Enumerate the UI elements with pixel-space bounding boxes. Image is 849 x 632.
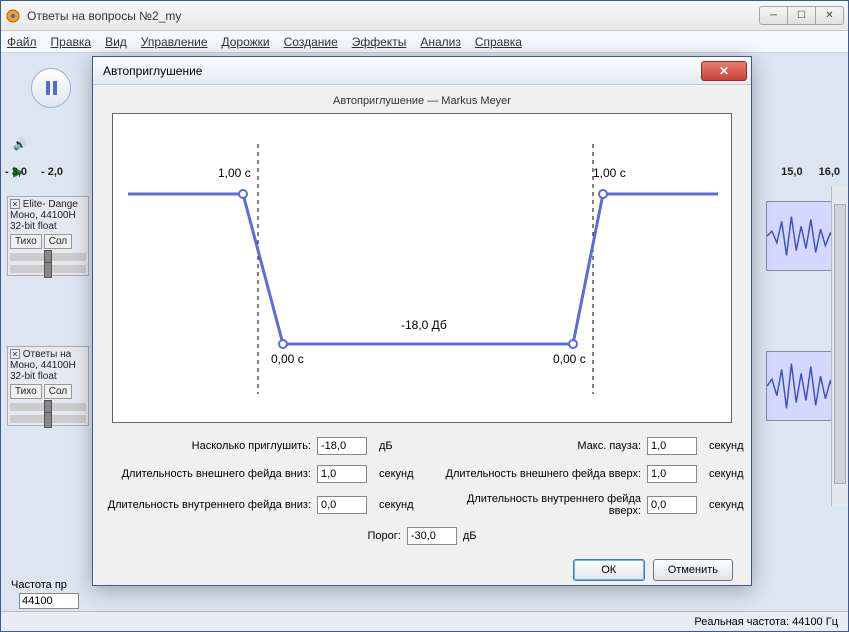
gain-slider[interactable] — [10, 403, 86, 411]
speaker-icon: 🔊 — [13, 138, 27, 151]
label-max-pause: Макс. пауза: — [437, 440, 647, 452]
frequency-label: Частота пр — [11, 579, 67, 591]
app-icon — [5, 8, 21, 24]
dialog-title: Автоприглушение — [103, 64, 701, 78]
window-controls: ─ ☐ ✕ — [760, 6, 844, 25]
main-titlebar: Ответы на вопросы №2_my ─ ☐ ✕ — [1, 1, 848, 31]
autoduck-dialog: Автоприглушение ✕ Автоприглушение — Mark… — [92, 56, 752, 586]
chart-label-outer-down: 1,00 с — [218, 166, 251, 180]
track-close-icon[interactable]: × — [10, 349, 20, 359]
scrollbar-thumb[interactable] — [834, 204, 846, 484]
mute-button[interactable]: Тихо — [10, 234, 42, 249]
menu-view[interactable]: Вид — [105, 35, 127, 49]
label-threshold: Порог: — [368, 530, 401, 542]
menu-manage[interactable]: Управление — [141, 35, 208, 49]
input-threshold[interactable] — [407, 527, 457, 545]
menu-edit[interactable]: Правка — [51, 35, 92, 49]
label-outer-fade-up: Длительность внешнего фейда вверх: — [437, 468, 647, 480]
pan-slider[interactable] — [10, 265, 86, 273]
menu-help[interactable]: Справка — [475, 35, 522, 49]
track-close-icon[interactable]: × — [10, 199, 20, 209]
chart-label-duck-db: -18,0 Дб — [401, 318, 447, 332]
label-duck-amount: Насколько приглушить: — [107, 440, 317, 452]
label-outer-fade-down: Длительность внешнего фейда вниз: — [107, 468, 317, 480]
input-outer-fade-up[interactable] — [647, 465, 697, 483]
chart-label-inner-up: 0,00 с — [553, 352, 586, 366]
menu-file[interactable]: Файл — [7, 35, 37, 49]
label-inner-fade-down: Длительность внутреннего фейда вниз: — [107, 499, 317, 511]
menubar: Файл Правка Вид Управление Дорожки Созда… — [1, 31, 848, 53]
dialog-subtitle: Автоприглушение — Markus Meyer — [107, 95, 737, 107]
status-text: Реальная частота: 44100 Гц — [694, 616, 838, 628]
minimize-button[interactable]: ─ — [759, 6, 788, 25]
track-panel-1: × Elite- Dange Моно, 44100H 32-bit float… — [7, 196, 89, 276]
pause-icon — [46, 81, 57, 95]
vertical-scrollbar[interactable] — [831, 186, 848, 506]
mute-button[interactable]: Тихо — [10, 384, 42, 399]
input-duck-amount[interactable] — [317, 437, 367, 455]
chart-label-inner-down: 0,00 с — [271, 352, 304, 366]
threshold-row: Порог: дБ — [107, 527, 737, 545]
ruler-left: - 3,0 - 2,0 — [5, 166, 63, 178]
menu-analyze[interactable]: Анализ — [420, 35, 461, 49]
gain-slider[interactable] — [10, 253, 86, 261]
ruler-right: 15,0 16,0 — [781, 166, 840, 178]
maximize-button[interactable]: ☐ — [787, 6, 816, 25]
parameter-form: Насколько приглушить: дБ Макс. пауза: се… — [107, 437, 737, 517]
solo-button[interactable]: Сол — [44, 234, 72, 249]
pan-slider[interactable] — [10, 415, 86, 423]
frequency-input[interactable]: 44100 — [19, 593, 79, 609]
dialog-buttons: ОК Отменить — [107, 559, 737, 581]
statusbar: Реальная частота: 44100 Гц — [1, 611, 848, 631]
menu-create[interactable]: Создание — [284, 35, 338, 49]
solo-button[interactable]: Сол — [44, 384, 72, 399]
menu-tracks[interactable]: Дорожки — [222, 35, 270, 49]
close-button[interactable]: ✕ — [815, 6, 844, 25]
input-max-pause[interactable] — [647, 437, 697, 455]
envelope-chart: 1,00 с 0,00 с -18,0 Дб 0,00 с 1,00 с — [112, 113, 732, 423]
menu-effects[interactable]: Эффекты — [352, 35, 407, 49]
input-inner-fade-down[interactable] — [317, 496, 367, 514]
input-outer-fade-down[interactable] — [317, 465, 367, 483]
window-title: Ответы на вопросы №2_my — [27, 9, 760, 23]
label-inner-fade-up: Длительность внутреннего фейда вверх: — [437, 493, 647, 517]
cancel-button[interactable]: Отменить — [653, 559, 733, 581]
input-inner-fade-up[interactable] — [647, 496, 697, 514]
ok-button[interactable]: ОК — [573, 559, 645, 581]
track-panel-2: × Ответы на Моно, 44100H 32-bit float Ти… — [7, 346, 89, 426]
pause-button[interactable] — [31, 68, 71, 108]
chart-label-outer-up: 1,00 с — [593, 166, 626, 180]
dialog-close-button[interactable]: ✕ — [701, 61, 747, 81]
dialog-titlebar: Автоприглушение ✕ — [93, 57, 751, 85]
